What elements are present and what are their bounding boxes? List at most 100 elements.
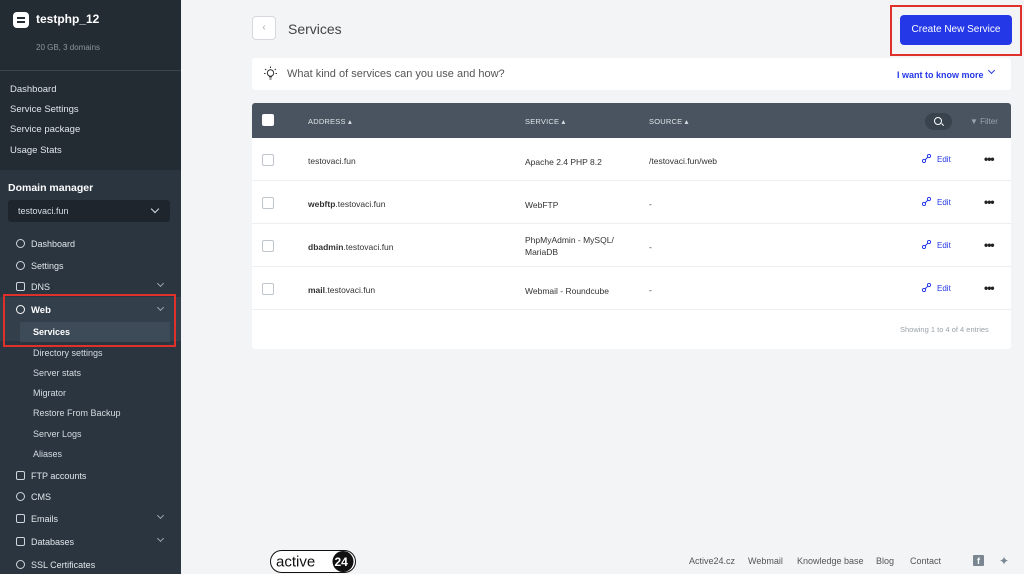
sidebar-item-dashboard[interactable]: Dashboard bbox=[0, 235, 181, 255]
row-address: mail.testovaci.fun bbox=[308, 285, 376, 295]
sidebar-item-label: Databases bbox=[31, 537, 75, 547]
row-address: webftp.testovaci.fun bbox=[308, 199, 386, 209]
sidebar-item-ftp[interactable]: FTP accounts bbox=[0, 467, 181, 487]
filter-button[interactable]: ▼ Filter bbox=[970, 117, 998, 126]
row-service: Webmail - Roundcube bbox=[525, 286, 609, 296]
row-source: - bbox=[649, 199, 652, 209]
row-checkbox[interactable] bbox=[262, 154, 274, 166]
row-checkbox[interactable] bbox=[262, 240, 274, 252]
svg-text:24: 24 bbox=[335, 555, 349, 569]
sidebar-subitem-migrator[interactable]: Migrator bbox=[33, 388, 66, 398]
server-icon bbox=[13, 12, 29, 28]
more-options-icon[interactable]: ••• bbox=[984, 195, 995, 209]
facebook-icon[interactable]: f bbox=[973, 555, 984, 566]
sidebar-item-ssl[interactable]: SSL Certificates bbox=[0, 556, 181, 574]
folder-icon bbox=[16, 471, 25, 480]
topnav-service-package[interactable]: Service package bbox=[10, 124, 80, 135]
more-options-icon[interactable]: ••• bbox=[984, 281, 995, 295]
database-icon bbox=[16, 537, 25, 546]
sidebar-subitem-restore-backup[interactable]: Restore From Backup bbox=[33, 408, 121, 418]
dns-icon bbox=[16, 282, 25, 291]
more-options-icon[interactable]: ••• bbox=[984, 238, 995, 252]
sidebar-subitem-server-logs[interactable]: Server Logs bbox=[33, 429, 82, 439]
info-text: What kind of services can you use and ho… bbox=[287, 68, 505, 80]
active24-logo[interactable]: active 24 bbox=[270, 550, 356, 573]
footer-link-knowledge-base[interactable]: Knowledge base bbox=[797, 556, 864, 566]
sidebar-subitem-aliases[interactable]: Aliases bbox=[33, 449, 62, 459]
topnav-dashboard[interactable]: Dashboard bbox=[10, 84, 56, 95]
cms-icon bbox=[16, 492, 25, 501]
topnav-service-settings[interactable]: Service Settings bbox=[10, 104, 79, 115]
link-icon bbox=[922, 197, 931, 206]
column-service[interactable]: SERVICE ▴ bbox=[525, 117, 565, 126]
footer-link-webmail[interactable]: Webmail bbox=[748, 556, 783, 566]
edit-button[interactable]: Edit bbox=[922, 197, 951, 207]
sidebar-item-label: Web bbox=[31, 305, 51, 316]
domain-select-value: testovaci.fun bbox=[18, 206, 69, 216]
info-bar: What kind of services can you use and ho… bbox=[252, 58, 1011, 90]
row-address: dbadmin.testovaci.fun bbox=[308, 242, 394, 252]
shield-icon bbox=[16, 560, 25, 569]
edit-button[interactable]: Edit bbox=[922, 240, 951, 250]
sidebar-item-settings[interactable]: Settings bbox=[0, 257, 181, 277]
row-checkbox[interactable] bbox=[262, 283, 274, 295]
sidebar-item-dns[interactable]: DNS bbox=[0, 278, 181, 298]
row-service: PhpMyAdmin - MySQL/MariaDB bbox=[525, 235, 614, 257]
sidebar-item-emails[interactable]: Emails bbox=[0, 510, 181, 530]
row-source: /testovaci.fun/web bbox=[649, 156, 718, 166]
sidebar-subitem-directory-settings[interactable]: Directory settings bbox=[33, 348, 103, 358]
chevron-down-icon bbox=[156, 279, 165, 288]
row-service: Apache 2.4 PHP 8.2 bbox=[525, 157, 602, 167]
topnav-usage-stats[interactable]: Usage Stats bbox=[10, 145, 62, 156]
row-source: - bbox=[649, 242, 652, 252]
link-icon bbox=[922, 283, 931, 292]
page-title: Services bbox=[288, 21, 342, 37]
table-row: testovaci.fun Apache 2.4 PHP 8.2 /testov… bbox=[252, 138, 1011, 181]
sidebar-item-databases[interactable]: Databases bbox=[0, 533, 181, 553]
gear-icon bbox=[16, 261, 25, 270]
table-row: mail.testovaci.fun Webmail - Roundcube -… bbox=[252, 267, 1011, 310]
globe-icon bbox=[16, 305, 25, 314]
footer-link-blog[interactable]: Blog bbox=[876, 556, 894, 566]
domain-select[interactable]: testovaci.fun bbox=[8, 200, 170, 222]
account-name[interactable]: testphp_12 bbox=[36, 12, 99, 26]
row-service: WebFTP bbox=[525, 200, 559, 210]
more-options-icon[interactable]: ••• bbox=[984, 152, 995, 166]
sidebar-item-label: SSL Certificates bbox=[31, 560, 96, 570]
table-row: dbadmin.testovaci.fun PhpMyAdmin - MySQL… bbox=[252, 224, 1011, 267]
footer-link-active24[interactable]: Active24.cz bbox=[689, 556, 735, 566]
chevron-up-icon bbox=[156, 303, 165, 312]
edit-button[interactable]: Edit bbox=[922, 283, 951, 293]
lightbulb-icon bbox=[264, 66, 277, 80]
edit-button[interactable]: Edit bbox=[922, 154, 951, 164]
sidebar-item-label: Dashboard bbox=[31, 239, 76, 249]
row-source: - bbox=[649, 285, 652, 295]
column-source[interactable]: SOURCE ▴ bbox=[649, 117, 689, 126]
search-icon[interactable] bbox=[925, 113, 952, 130]
sidebar-item-label: DNS bbox=[31, 282, 51, 292]
create-new-service-button[interactable]: Create New Service bbox=[900, 15, 1012, 45]
divider bbox=[0, 70, 181, 71]
select-all-checkbox[interactable] bbox=[262, 114, 274, 126]
row-checkbox[interactable] bbox=[262, 197, 274, 209]
sidebar-header: testphp_12 20 GB, 3 domains Dashboard Se… bbox=[0, 0, 181, 170]
mail-icon bbox=[16, 514, 25, 523]
row-address: testovaci.fun bbox=[308, 156, 356, 166]
domain-manager-title: Domain manager bbox=[8, 182, 94, 194]
link-icon bbox=[922, 240, 931, 249]
link-icon bbox=[922, 154, 931, 163]
chevron-down-icon bbox=[150, 204, 160, 214]
sidebar-item-label: Settings bbox=[31, 261, 64, 271]
know-more-link[interactable]: I want to know more bbox=[897, 70, 984, 80]
sidebar-item-label: Emails bbox=[31, 514, 59, 524]
chevron-down-icon[interactable] bbox=[987, 66, 996, 75]
sidebar-subitem-services[interactable]: Services bbox=[20, 322, 170, 342]
sidebar-item-cms[interactable]: CMS bbox=[0, 488, 181, 508]
footer-link-contact[interactable]: Contact bbox=[910, 556, 941, 566]
sidebar-subitem-server-stats[interactable]: Server stats bbox=[33, 368, 81, 378]
services-table: ADDRESS ▴ SERVICE ▴ SOURCE ▴ ▼ Filter te… bbox=[252, 103, 1011, 349]
chevron-down-icon bbox=[156, 534, 165, 543]
back-button[interactable]: ‹ bbox=[252, 16, 276, 40]
column-address[interactable]: ADDRESS ▴ bbox=[308, 117, 352, 126]
twitter-icon[interactable]: ✦ bbox=[999, 554, 1009, 568]
